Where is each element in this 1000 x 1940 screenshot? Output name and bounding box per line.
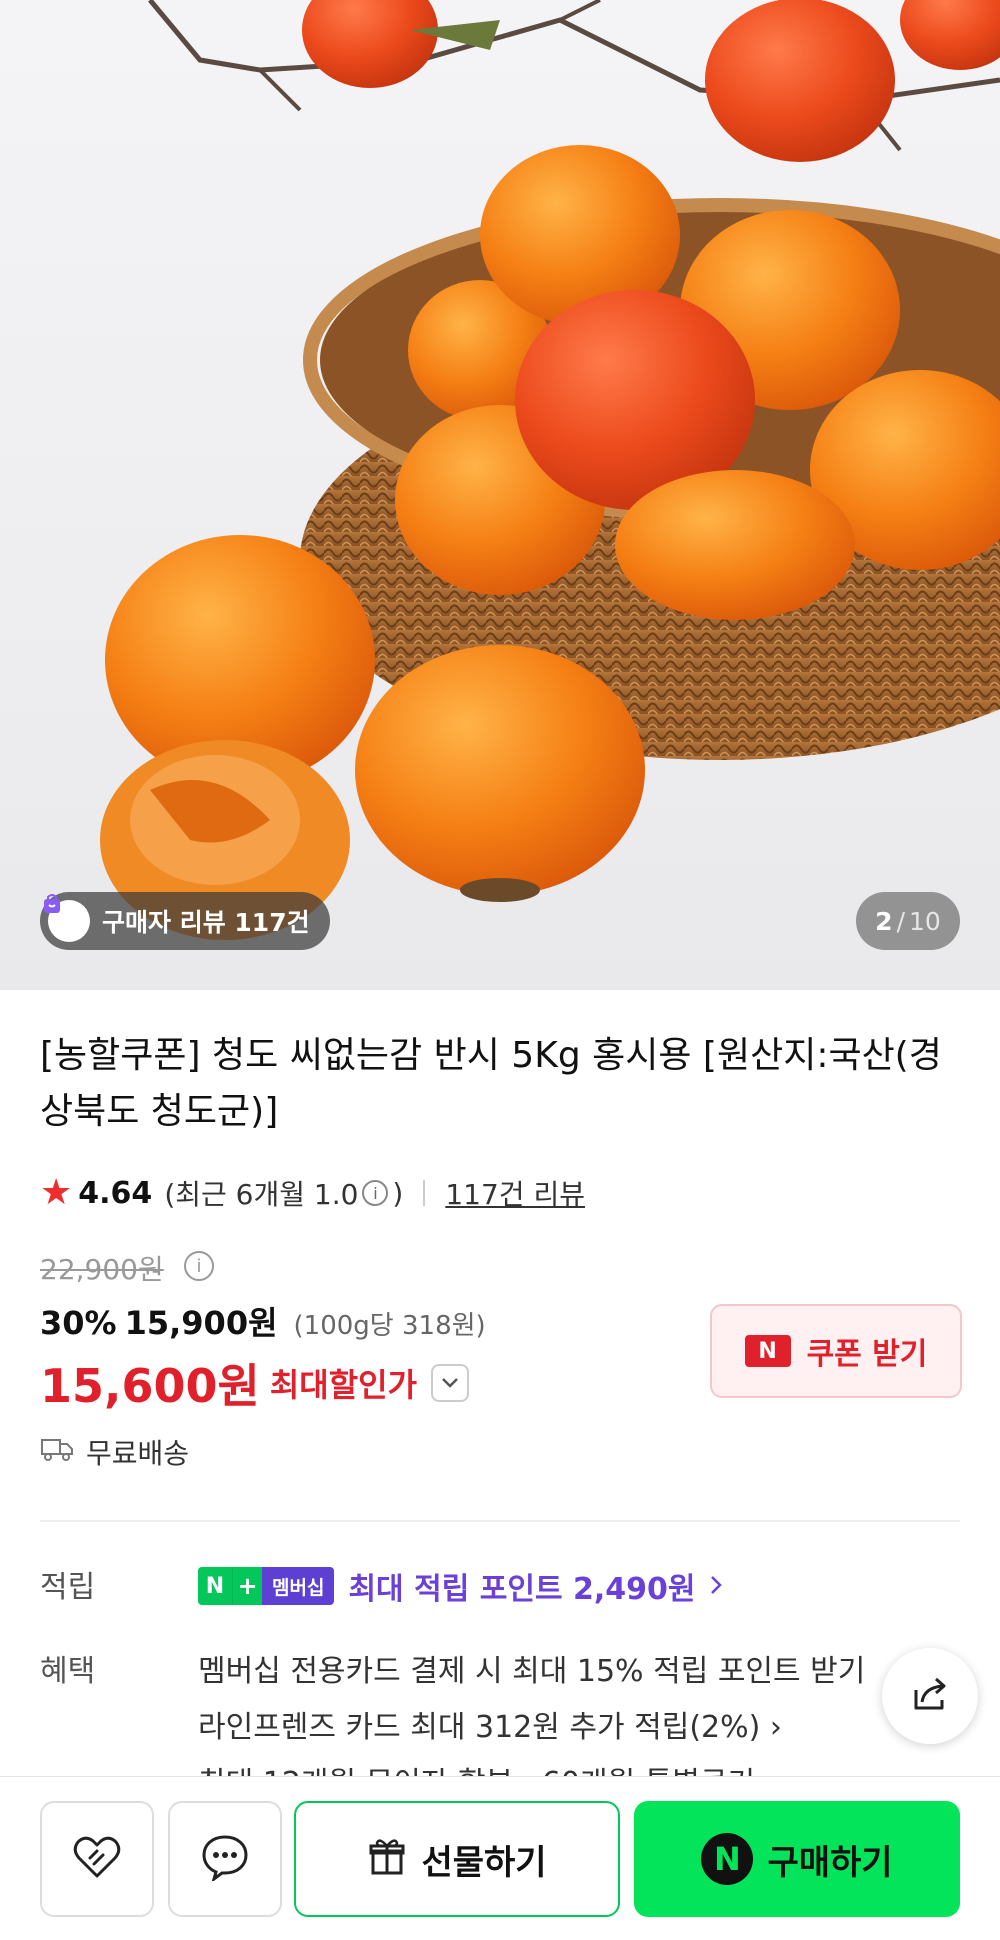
review-count-link[interactable]: 117건 리뷰 — [445, 1173, 585, 1213]
buy-button[interactable]: N 구매하기 — [634, 1801, 960, 1917]
share-icon — [908, 1674, 952, 1718]
max-discount-label: 최대할인가 — [269, 1366, 418, 1404]
shipping-row: 무료배송 — [40, 1432, 189, 1472]
benefit-item[interactable]: 라인프렌즈 카드 최대 312원 추가 적립(2%) › — [198, 1700, 898, 1756]
shopping-bag-icon — [44, 894, 90, 942]
truck-icon — [40, 1436, 74, 1469]
rating-score: 4.64 — [78, 1175, 153, 1211]
wishlist-button[interactable] — [40, 1801, 154, 1917]
naver-n-icon: N — [744, 1335, 791, 1367]
divider — [423, 1180, 426, 1206]
page-separator: / — [896, 906, 906, 936]
max-discount-row: 15,600원 최대할인가 — [40, 1350, 470, 1416]
rating-recent-label: (최근 6개월 1.0 — [164, 1178, 359, 1211]
buyer-review-chip[interactable]: 구매자 리뷰 117건 — [40, 892, 330, 950]
page-total: 10 — [909, 906, 941, 936]
bottom-action-bar: 선물하기 N 구매하기 — [0, 1776, 1000, 1940]
info-icon[interactable]: i — [362, 1180, 389, 1206]
chevron-right-icon — [709, 1569, 723, 1604]
original-price: 22,900원 — [40, 1253, 164, 1286]
sale-price-row: 30% 15,900원 (100g당 318원) — [40, 1298, 486, 1344]
chevron-down-icon[interactable] — [431, 1364, 470, 1402]
buyer-review-chip-label: 구매자 리뷰 117건 — [102, 908, 310, 937]
rating-row: ★ 4.64 (최근 6개월 1.0 i ) 117건 리뷰 — [40, 1170, 585, 1216]
gift-button-label: 선물하기 — [421, 1842, 547, 1883]
max-discount-price: 15,600원 — [40, 1359, 260, 1413]
unit-price: (100g당 318원) — [293, 1311, 486, 1341]
shipping-label: 무료배송 — [86, 1437, 190, 1470]
product-title: [농할쿠폰] 청도 씨없는감 반시 5Kg 홍시용 [원산지:국산(경상북도 청… — [40, 1035, 942, 1132]
naver-plus-membership-badge: N + 멤버십 — [198, 1567, 335, 1605]
membership-badge-plus: + — [232, 1567, 262, 1605]
chat-bubble-icon — [200, 1833, 250, 1885]
max-points-text: 최대 적립 포인트 2,490원 — [348, 1572, 696, 1607]
benefits-label: 혜택 — [40, 1654, 96, 1689]
product-image-carousel[interactable]: 구매자 리뷰 117건 2 / 10 — [0, 0, 1000, 990]
buy-button-label: 구매하기 — [767, 1842, 893, 1883]
sale-price: 15,900원 — [124, 1304, 278, 1342]
page-current: 2 — [875, 906, 893, 936]
benefit-item[interactable]: 멤버십 전용카드 결제 시 최대 15% 적립 포인트 받기 — [198, 1644, 898, 1700]
talktalk-button[interactable] — [168, 1801, 282, 1917]
gift-icon — [367, 1835, 407, 1884]
discount-percent: 30% — [40, 1304, 117, 1342]
section-divider — [40, 1520, 960, 1522]
image-page-counter: 2 / 10 — [856, 892, 960, 950]
heart-icon — [72, 1834, 122, 1884]
membership-badge-n: N — [198, 1567, 232, 1605]
gift-button[interactable]: 선물하기 — [294, 1801, 620, 1917]
rating-recent-close: ) — [392, 1176, 404, 1210]
get-coupon-button[interactable]: N 쿠폰 받기 — [710, 1304, 962, 1398]
star-icon: ★ — [40, 1172, 73, 1213]
membership-badge-text: 멤버십 — [262, 1567, 335, 1605]
share-button[interactable] — [882, 1648, 978, 1744]
get-coupon-label: 쿠폰 받기 — [806, 1337, 928, 1372]
product-photo — [100, 0, 1000, 940]
points-row[interactable]: N + 멤버십 최대 적립 포인트 2,490원 — [198, 1564, 723, 1608]
points-label: 적립 — [40, 1570, 96, 1605]
chevron-right-icon: › — [769, 1710, 782, 1745]
naver-pay-n-icon: N — [701, 1833, 754, 1885]
price-info-icon[interactable]: i — [184, 1251, 214, 1281]
